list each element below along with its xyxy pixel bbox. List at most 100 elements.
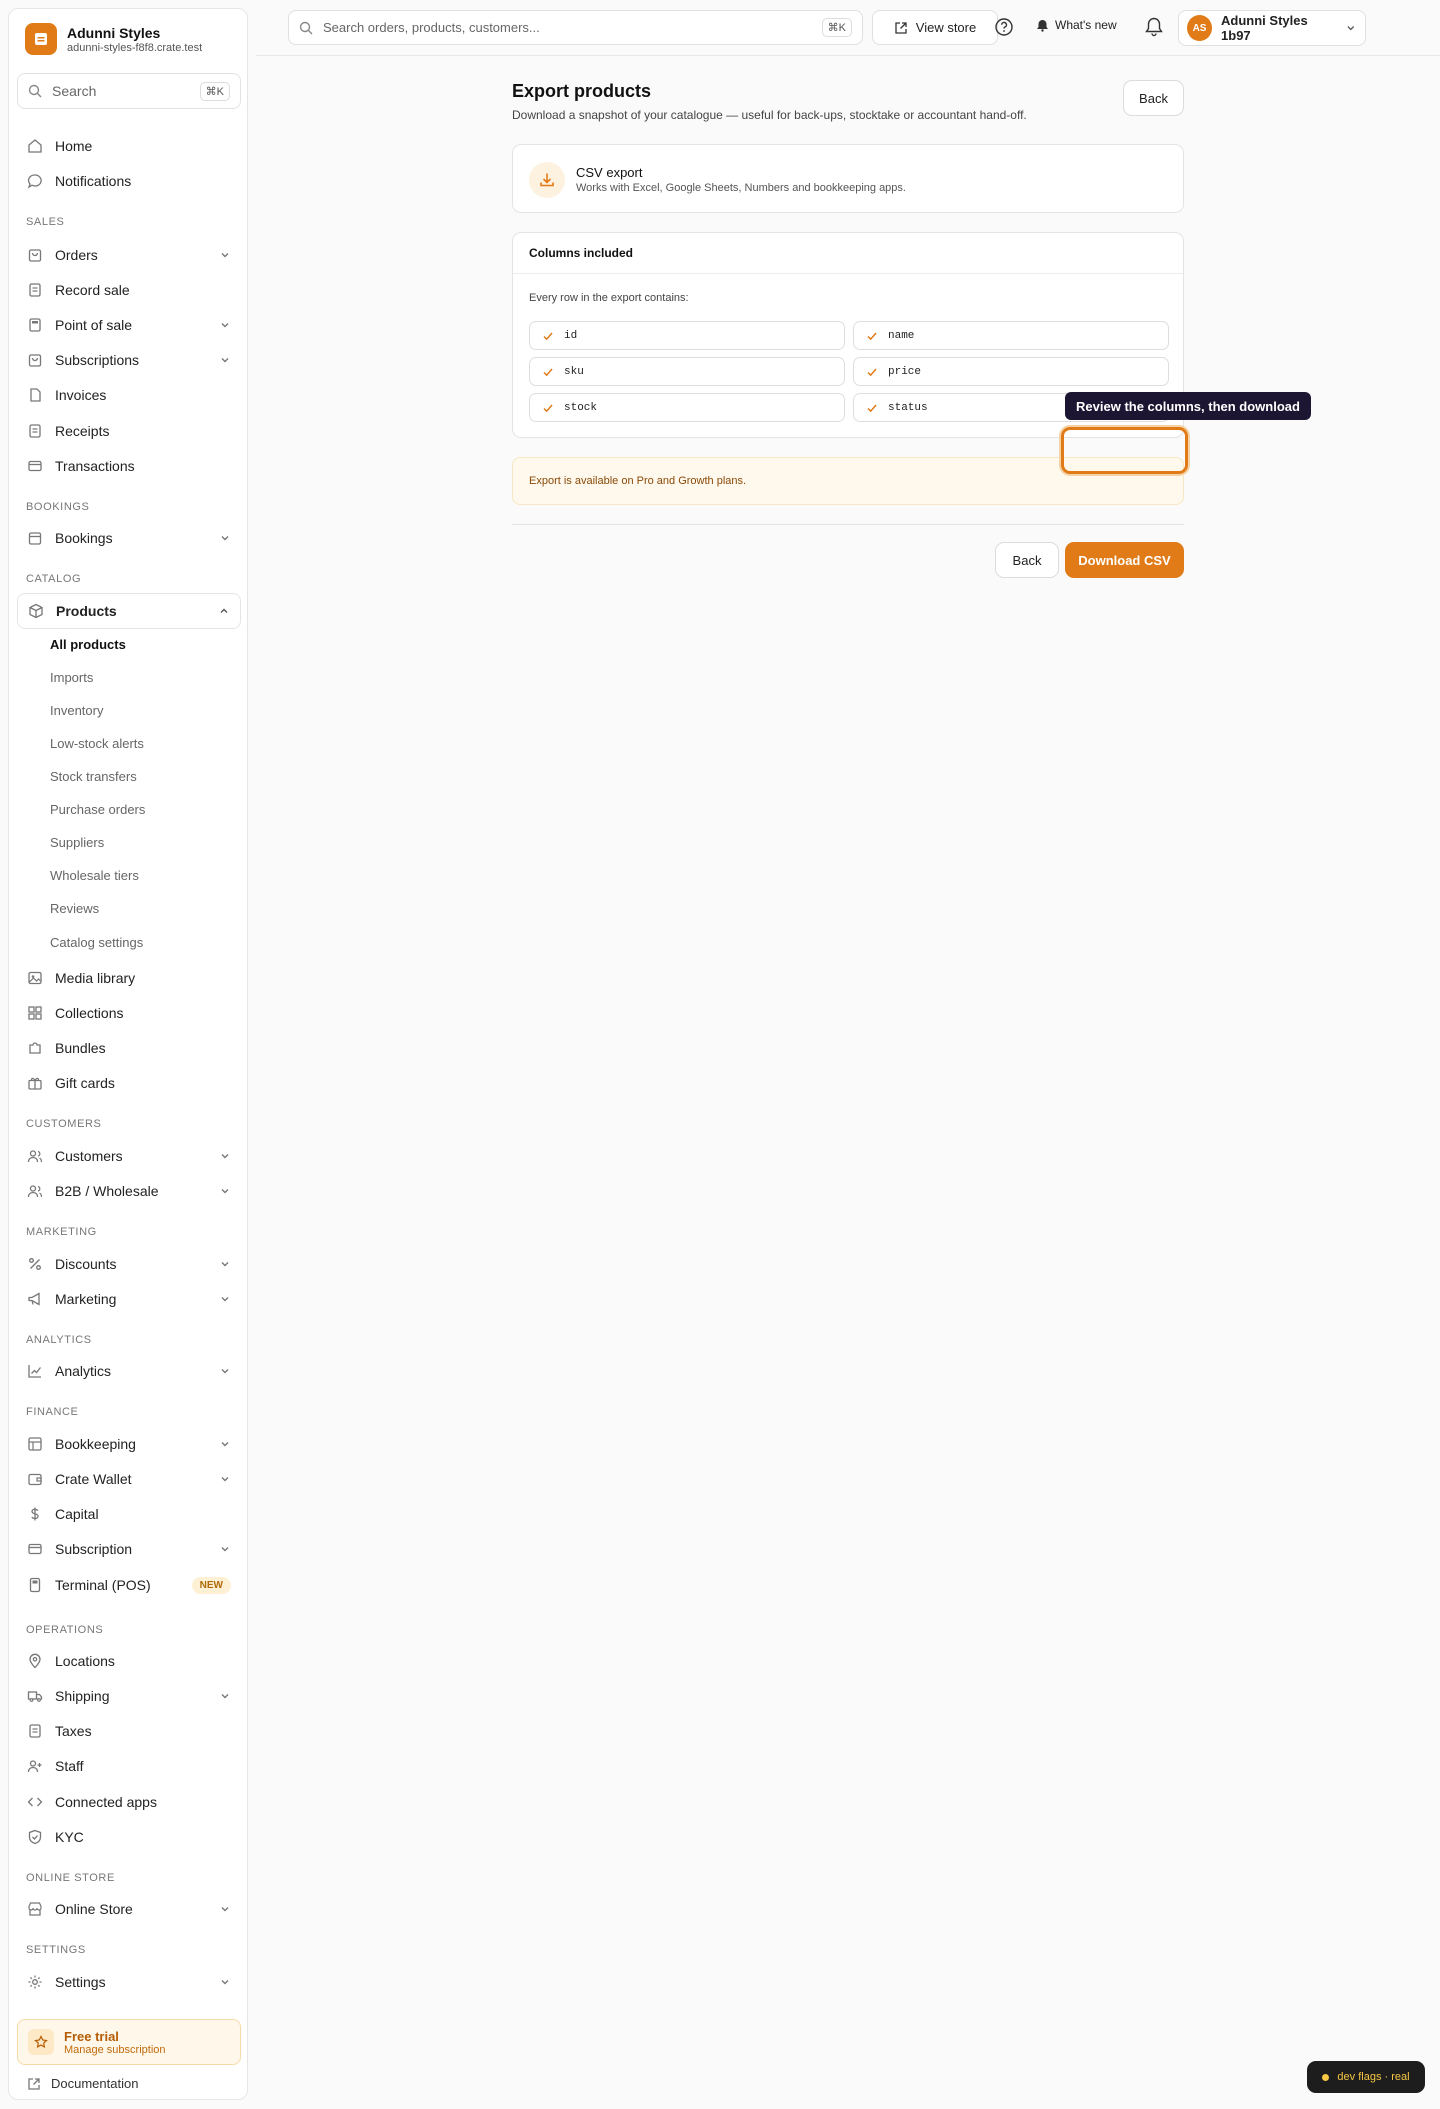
star-icon	[28, 2029, 54, 2055]
back-button-top[interactable]: Back	[1123, 80, 1184, 116]
sidebar-search[interactable]: Search ⌘K	[17, 73, 241, 109]
sidebar-item-taxes[interactable]: Taxes	[17, 1714, 241, 1748]
sidebar-subitem-reviews[interactable]: Reviews	[50, 901, 99, 916]
sidebar-subitem-inventory[interactable]: Inventory	[50, 703, 103, 718]
sidebar-item-capital[interactable]: Capital	[17, 1497, 241, 1531]
image-icon	[28, 971, 42, 985]
store-domain: adunni-styles-f8f8.crate.test	[67, 41, 203, 54]
account-menu[interactable]: AS Adunni Styles 1b97	[1178, 10, 1366, 46]
chevron-down-icon	[1347, 26, 1355, 31]
view-store-button[interactable]: View store	[872, 10, 998, 45]
top-bar: Search orders, products, customers... ⌘K…	[256, 0, 1440, 56]
sidebar-item-label: Record sale	[55, 282, 130, 298]
whats-new-button[interactable]: What's new	[1036, 18, 1117, 32]
sidebar-item-bookings[interactable]: Bookings	[17, 521, 241, 555]
chevron-down-icon	[221, 323, 229, 328]
sidebar-item-label: Subscriptions	[55, 352, 140, 368]
chevron-down-icon	[221, 1694, 229, 1699]
sidebar-subitem-imports[interactable]: Imports	[50, 670, 93, 685]
chevron-down-icon	[221, 1262, 229, 1267]
sidebar-item-gift-cards[interactable]: Gift cards	[17, 1066, 241, 1100]
megaphone-icon	[28, 1292, 40, 1306]
documentation-link[interactable]: Documentation	[27, 2076, 138, 2091]
back-button-bottom[interactable]: Back	[995, 542, 1059, 578]
brand[interactable]: Adunni Styles adunni-styles-f8f8.crate.t…	[25, 23, 202, 55]
sidebar-item-bookkeeping[interactable]: Bookkeeping	[17, 1427, 241, 1461]
global-search-placeholder: Search orders, products, customers...	[323, 20, 540, 35]
sidebar-item-subscription[interactable]: Subscription	[17, 1532, 241, 1566]
sidebar-item-analytics[interactable]: Analytics	[17, 1354, 241, 1388]
calendar-icon	[28, 532, 42, 545]
column-chip: price	[853, 357, 1169, 386]
csv-export-title: CSV export	[576, 165, 643, 180]
receipt-icon	[29, 283, 41, 297]
receipt-icon	[29, 1724, 41, 1738]
tour-highlight-box	[1061, 427, 1188, 474]
sidebar-item-media-library[interactable]: Media library	[17, 961, 241, 995]
sidebar-item-orders[interactable]: Orders	[17, 238, 241, 272]
sidebar-item-customers[interactable]: Customers	[17, 1139, 241, 1173]
sidebar-item-marketing[interactable]: Marketing	[17, 1282, 241, 1316]
users-icon	[27, 1150, 43, 1163]
sidebar-subitem-wholesale-tiers[interactable]: Wholesale tiers	[50, 868, 139, 883]
check-icon	[543, 368, 553, 376]
sidebar-search-shortcut: ⌘K	[199, 81, 230, 101]
sidebar-item-bundles[interactable]: Bundles	[17, 1031, 241, 1065]
sidebar-item-staff[interactable]: Staff	[17, 1749, 241, 1783]
sidebar-item-label: Point of sale	[55, 317, 133, 333]
sidebar-item-terminal-pos[interactable]: Terminal (POS) NEW	[17, 1568, 241, 1602]
truck-icon	[27, 1691, 43, 1702]
sidebar-item-transactions[interactable]: Transactions	[17, 449, 241, 483]
help-icon[interactable]	[994, 17, 1014, 37]
sidebar-item-subscriptions[interactable]: Subscriptions	[17, 343, 241, 377]
sidebar-item-connected-apps[interactable]: Connected apps	[17, 1785, 241, 1819]
section-customers: CUSTOMERS	[26, 1118, 102, 1130]
sidebar-subitem-all-products[interactable]: All products	[50, 637, 126, 652]
dev-flags-pill[interactable]: dev flags · real	[1307, 2061, 1425, 2093]
sidebar-item-point-of-sale[interactable]: Point of sale	[17, 308, 241, 342]
download-csv-button[interactable]: Download CSV	[1065, 542, 1184, 578]
column-name: id	[564, 329, 578, 342]
sidebar-subitem-catalog-settings[interactable]: Catalog settings	[50, 935, 143, 950]
percent-icon	[29, 1258, 41, 1270]
box-icon	[29, 603, 43, 619]
global-search-input[interactable]: Search orders, products, customers... ⌘K	[288, 10, 863, 45]
sidebar-item-collections[interactable]: Collections	[17, 996, 241, 1030]
section-catalog: CATALOG	[26, 573, 82, 585]
section-analytics: ANALYTICS	[26, 1334, 92, 1346]
sidebar-subitem-low-stock-alerts[interactable]: Low-stock alerts	[50, 736, 144, 751]
sidebar-subitem-purchase-orders[interactable]: Purchase orders	[50, 802, 145, 817]
page-subtitle: Download a snapshot of your catalogue — …	[512, 108, 1027, 122]
manage-subscription-link[interactable]: Manage subscription	[64, 2044, 166, 2056]
sidebar-item-b2b-wholesale[interactable]: B2B / Wholesale	[17, 1174, 241, 1208]
sidebar-subitem-stock-transfers[interactable]: Stock transfers	[50, 769, 137, 784]
column-chip: name	[853, 321, 1169, 350]
sidebar-item-home[interactable]: Home	[17, 129, 241, 163]
ledger-icon	[28, 1437, 42, 1451]
free-trial-card[interactable]: Free trial Manage subscription	[17, 2019, 241, 2065]
new-badge: NEW	[191, 1576, 231, 1594]
user-plus-icon	[27, 1760, 42, 1773]
sidebar-item-receipts[interactable]: Receipts	[17, 414, 241, 448]
sidebar-item-settings[interactable]: Settings	[17, 1965, 241, 1999]
sidebar-item-online-store[interactable]: Online Store	[17, 1892, 241, 1926]
sidebar-subitem-suppliers[interactable]: Suppliers	[50, 835, 104, 850]
sidebar-item-products[interactable]: Products	[17, 593, 241, 629]
sidebar-item-crate-wallet[interactable]: Crate Wallet	[17, 1462, 241, 1496]
sidebar-item-label: Home	[55, 138, 93, 154]
sidebar-item-shipping[interactable]: Shipping	[17, 1679, 241, 1713]
sidebar-item-label: Connected apps	[55, 1794, 157, 1810]
map-pin-icon	[29, 1653, 41, 1669]
sidebar-item-discounts[interactable]: Discounts	[17, 1247, 241, 1281]
sidebar-item-kyc[interactable]: KYC	[17, 1820, 241, 1854]
columns-heading: Columns included	[513, 233, 1183, 274]
chevron-down-icon	[221, 1907, 229, 1912]
sidebar-item-notifications[interactable]: Notifications	[17, 164, 241, 198]
notifications-bell-icon[interactable]	[1144, 16, 1164, 38]
sidebar-item-record-sale[interactable]: Record sale	[17, 273, 241, 307]
sidebar-item-locations[interactable]: Locations	[17, 1644, 241, 1678]
chevron-down-icon	[221, 1297, 229, 1302]
sidebar-item-invoices[interactable]: Invoices	[17, 378, 241, 412]
column-chip: id	[529, 321, 845, 350]
chevron-up-icon	[220, 608, 228, 613]
